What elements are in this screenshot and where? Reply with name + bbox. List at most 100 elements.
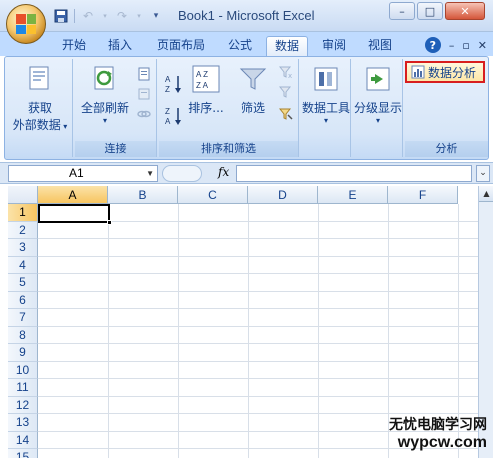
dropdown-icon[interactable]: ▾	[101, 8, 109, 24]
group-sort-filter: AZ ZA A ZZ A 排序... 筛选 x 排序和筛选	[159, 59, 299, 157]
row-header[interactable]: 5	[8, 274, 38, 292]
column-header[interactable]: D	[248, 186, 318, 204]
save-icon[interactable]	[52, 8, 70, 24]
row-header[interactable]: 15	[8, 449, 38, 458]
data-tools-button[interactable]: 数据工具 ▾	[301, 63, 351, 125]
row-header[interactable]: 8	[8, 326, 38, 344]
get-external-label-1: 获取	[27, 101, 52, 115]
row-header[interactable]: 7	[8, 309, 38, 327]
dropdown-icon[interactable]: ▼	[146, 166, 154, 181]
column-header[interactable]: C	[178, 186, 248, 204]
expand-formula-icon[interactable]: ⌄	[476, 165, 490, 182]
filter-button[interactable]: 筛选	[233, 63, 273, 116]
ribbon-restore-button[interactable]: ▫	[462, 39, 469, 52]
help-icon[interactable]: ?	[424, 37, 441, 53]
row-header[interactable]: 11	[8, 379, 38, 397]
row-header[interactable]: 14	[8, 431, 38, 449]
title-bar: ↶ ▾ ↷ ▾ ▾ Book1 - Microsoft Excel – □ ✕	[0, 0, 493, 32]
grid-line	[38, 395, 478, 397]
data-analysis-icon	[411, 65, 425, 79]
advanced-filter-icon[interactable]	[277, 105, 295, 123]
data-analysis-button[interactable]: 数据分析	[405, 61, 485, 83]
insert-function-icon[interactable]: fx	[218, 165, 229, 179]
row-header[interactable]: 6	[8, 291, 38, 309]
maximize-button[interactable]: □	[417, 2, 443, 20]
tab-home[interactable]: 开始	[56, 36, 92, 56]
filter-icon	[237, 63, 269, 95]
undo-icon[interactable]: ↶	[79, 8, 97, 24]
connections-group-label: 连接	[75, 141, 156, 157]
sort-button[interactable]: A Z Z A 排序...	[187, 63, 225, 116]
refresh-all-label: 全部刷新	[80, 101, 129, 115]
ribbon-close-button[interactable]: ✕	[478, 39, 487, 52]
sort-dialog-icon: A Z Z A	[190, 63, 222, 95]
sort-za-icon[interactable]: ZA	[163, 105, 185, 127]
ribbon-minimize-button[interactable]: –	[449, 39, 455, 52]
close-button[interactable]: ✕	[445, 2, 485, 20]
sort-az-text: A Z	[196, 70, 208, 79]
get-external-label-2-text: 外部数据	[12, 118, 61, 132]
get-external-data-button[interactable]: 获取 外部数据 ▾	[9, 63, 71, 133]
grid-line	[38, 255, 478, 257]
row-header[interactable]: 2	[8, 221, 38, 239]
tab-formulas[interactable]: 公式	[222, 36, 258, 56]
dropdown-icon: ▾	[375, 116, 380, 125]
fill-handle[interactable]	[107, 220, 112, 225]
group-outline: 分级显示 ▾	[353, 59, 403, 157]
properties-icon[interactable]	[135, 85, 153, 103]
ribbon-tab-row: 开始 插入 页面布局 公式 数据 审阅 视图 ? – ▫ ✕	[0, 32, 493, 56]
edit-links-icon[interactable]	[135, 105, 153, 123]
row-header[interactable]: 4	[8, 256, 38, 274]
tab-insert[interactable]: 插入	[102, 36, 138, 56]
row-header[interactable]: 1	[8, 204, 38, 222]
select-all-corner[interactable]	[8, 186, 38, 204]
row-header[interactable]: 10	[8, 361, 38, 379]
outline-button[interactable]: 分级显示 ▾	[353, 63, 403, 125]
filter-label: 筛选	[240, 101, 265, 115]
svg-text:x: x	[288, 72, 292, 79]
outline-icon	[362, 63, 394, 95]
svg-text:A: A	[165, 117, 171, 126]
tab-review[interactable]: 审阅	[316, 36, 352, 56]
connections-icon[interactable]	[135, 65, 153, 83]
dropdown-icon[interactable]: ▾	[135, 8, 143, 24]
column-header[interactable]: E	[318, 186, 388, 204]
column-header[interactable]: B	[108, 186, 178, 204]
row-header[interactable]: 9	[8, 344, 38, 362]
formula-input[interactable]	[236, 165, 472, 182]
grid-line	[38, 290, 478, 292]
redo-icon[interactable]: ↷	[113, 8, 131, 24]
tab-page-layout[interactable]: 页面布局	[150, 36, 212, 56]
row-header[interactable]: 13	[8, 414, 38, 432]
data-analysis-label: 数据分析	[428, 65, 477, 80]
qat-separator	[74, 9, 75, 23]
active-cell[interactable]	[38, 204, 110, 223]
grid-line	[178, 204, 179, 458]
sort-az-icon[interactable]: AZ	[163, 73, 185, 95]
sort-za-text: Z A	[196, 81, 209, 90]
quick-access-toolbar: ↶ ▾ ↷ ▾ ▾	[52, 8, 165, 24]
grid-line	[38, 360, 478, 362]
name-box[interactable]: A1 ▼	[8, 165, 158, 182]
tab-view[interactable]: 视图	[362, 36, 398, 56]
customize-icon[interactable]: ▾	[147, 8, 165, 24]
column-header[interactable]: F	[388, 186, 458, 204]
formula-bar-splitter[interactable]	[162, 165, 202, 182]
analysis-group-label: 分析	[405, 141, 488, 157]
column-header[interactable]: A	[38, 186, 108, 204]
scroll-up-icon[interactable]: ▲	[479, 186, 493, 202]
group-connections: 全部刷新 ▾ 连接	[75, 59, 157, 157]
dropdown-icon: ▾	[323, 116, 328, 125]
name-box-value: A1	[69, 166, 84, 180]
refresh-all-button[interactable]: 全部刷新 ▾	[77, 63, 133, 125]
row-header[interactable]: 3	[8, 239, 38, 257]
row-header[interactable]: 12	[8, 396, 38, 414]
grid-line	[318, 204, 319, 458]
tab-data[interactable]: 数据	[266, 36, 308, 56]
watermark-line-2: wypcw.com	[397, 434, 487, 451]
clear-filter-icon[interactable]: x	[277, 63, 295, 81]
office-button[interactable]	[6, 4, 46, 44]
reapply-icon[interactable]	[277, 83, 295, 101]
svg-text:A: A	[165, 75, 171, 84]
minimize-button[interactable]: –	[389, 2, 415, 20]
